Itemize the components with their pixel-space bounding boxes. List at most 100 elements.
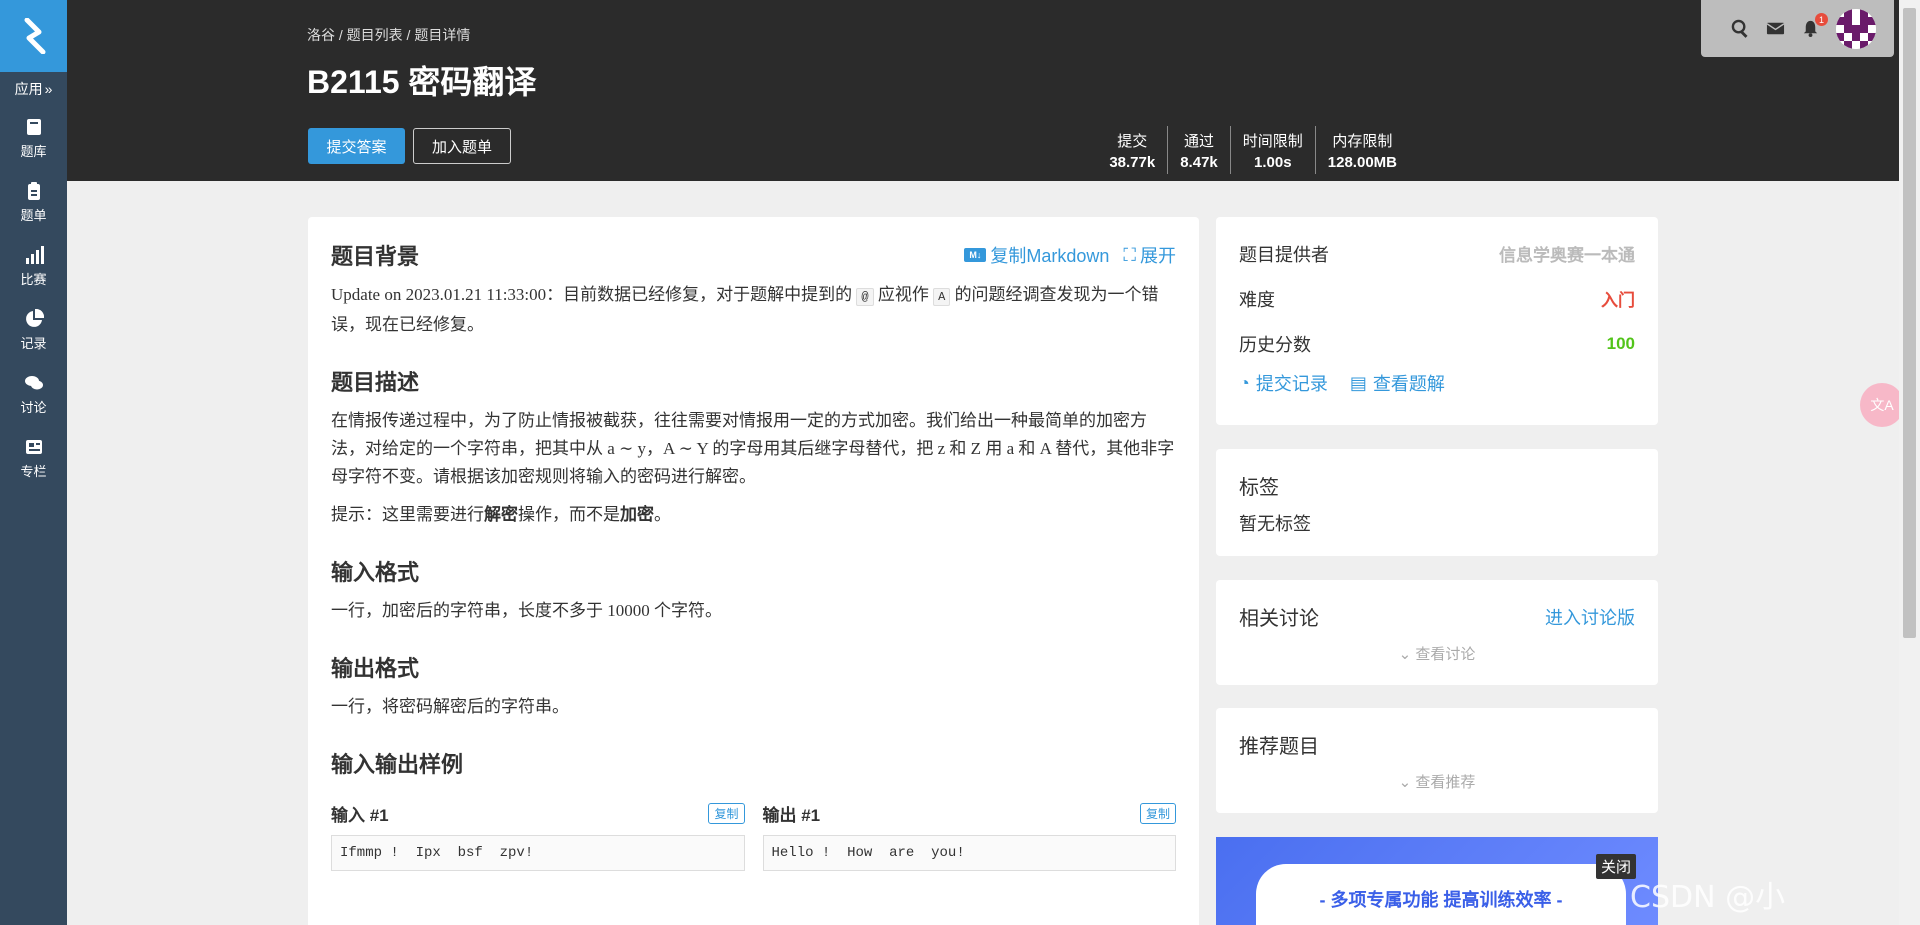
- sample-input-title: 输入 #1: [331, 806, 389, 825]
- expand-button[interactable]: ⛶ 展开: [1123, 242, 1176, 268]
- stat-label: 提交: [1117, 132, 1148, 150]
- description-title: 题目描述: [331, 370, 420, 395]
- sample-output-box[interactable]: Hello ! How are you!: [762, 835, 1176, 871]
- samples-title: 输入输出样例: [331, 752, 464, 777]
- stat-value: 38.77k: [1109, 153, 1156, 171]
- scrollbar[interactable]: [1899, 0, 1920, 925]
- sidebar-item-label: 专栏: [20, 463, 47, 479]
- sidebar-item-label: 记录: [20, 335, 47, 351]
- mail-icon[interactable]: [1766, 19, 1785, 38]
- solutions-link-label: 查看题解: [1372, 374, 1445, 394]
- stat-memory-limit: 内存限制 128.00MB: [1314, 126, 1409, 174]
- submit-answer-button[interactable]: 提交答案: [308, 128, 405, 164]
- sidebar-item-discuss[interactable]: 讨论: [0, 362, 67, 426]
- output-format-section: 输出格式 一行，将密码解密后的字符串。: [331, 651, 1176, 721]
- sidebar-item-label: 题单: [20, 207, 47, 223]
- user-toolbar: 1: [1701, 0, 1894, 57]
- double-chevron-right-icon: »: [44, 81, 53, 97]
- recommend-card: 推荐题目 ⌄ 查看推荐: [1216, 708, 1658, 813]
- page-title: B2115 密码翻译: [307, 64, 537, 100]
- difficulty-row: 难度 入门: [1239, 276, 1635, 321]
- ad-banner[interactable]: - 多项专属功能 提高训练效率 - 关闭: [1216, 837, 1658, 925]
- recommend-title: 推荐题目: [1239, 736, 1319, 758]
- sidebar-item-contests[interactable]: 比赛: [0, 234, 67, 298]
- sidebar-item-label: 题库: [20, 143, 47, 159]
- discussion-link[interactable]: 进入讨论版: [1545, 604, 1635, 630]
- hint-part: 操作，而不是: [518, 505, 620, 524]
- ad-text: - 多项专属功能 提高训练效率 -: [1319, 890, 1563, 910]
- sidebar-item-label: 讨论: [20, 399, 47, 415]
- output-format-text: 一行，将密码解密后的字符串。: [331, 697, 569, 716]
- clipboard-icon: [27, 181, 40, 200]
- stat-time-limit: 时间限制 1.00s: [1229, 126, 1315, 174]
- background-title: 题目背景: [331, 244, 420, 269]
- notification-button[interactable]: 1: [1801, 13, 1828, 38]
- difficulty-value: 入门: [1601, 291, 1635, 310]
- background-text-part: Update on 2023.01.21 11:33:00：目前数据已经修复，对…: [331, 285, 857, 304]
- stat-label: 时间限制: [1242, 132, 1303, 150]
- problem-stats: 提交 38.77k 通过 8.47k 时间限制 1.00s 内存限制 128.0…: [1097, 126, 1409, 174]
- translate-icon[interactable]: 文A: [1860, 383, 1904, 427]
- problem-info-card: 题目提供者 信息学奥赛一本通 难度 入门 历史分数 100 ◔ 提交记录 ▤ 查…: [1216, 217, 1658, 425]
- inline-code: A: [933, 288, 951, 306]
- pie-chart-icon: ◔: [1239, 372, 1250, 393]
- scrollbar-thumb[interactable]: [1903, 8, 1916, 638]
- chevron-down-icon: ⌄: [1398, 774, 1416, 791]
- provider-value[interactable]: 信息学奥赛一本通: [1499, 241, 1635, 266]
- description-text: 在情报传递过程中，为了防止情报被截获，往往需要对情报用一定的方式加密。我们给出一…: [331, 411, 1175, 486]
- copy-markdown-button[interactable]: M↓ 复制Markdown: [964, 242, 1109, 268]
- copy-input-button[interactable]: 复制: [708, 803, 745, 824]
- pie-chart-icon: [25, 308, 44, 327]
- app-menu-toggle[interactable]: 应用 »: [0, 72, 67, 106]
- sidebar-item-blog[interactable]: 专栏: [0, 426, 67, 490]
- ad-inner: - 多项专属功能 提高训练效率 -: [1256, 864, 1626, 925]
- provider-row: 题目提供者 信息学奥赛一本通: [1239, 231, 1635, 276]
- book-icon: [26, 118, 41, 135]
- sample-output-title: 输出 #1: [762, 806, 821, 825]
- luogu-logo[interactable]: [0, 0, 67, 72]
- score-row: 历史分数 100: [1239, 321, 1635, 366]
- input-format-title: 输入格式: [331, 560, 420, 585]
- csdn-watermark: CSDN @小: [1630, 880, 1786, 915]
- view-discussion-button[interactable]: ⌄ 查看讨论: [1239, 643, 1635, 664]
- problem-header: 洛谷 / 题目列表 / 题目详情 B2115 密码翻译 提交答案 加入题单 提交…: [67, 0, 1899, 181]
- output-format-title: 输出格式: [331, 656, 420, 681]
- stat-value: 128.00MB: [1327, 153, 1397, 171]
- sample-input-header: 输入 #1 复制: [331, 801, 745, 826]
- stat-submissions: 提交 38.77k: [1097, 126, 1167, 174]
- add-to-list-button[interactable]: 加入题单: [413, 128, 511, 164]
- hint-part: 提示：这里需要进行: [331, 505, 484, 524]
- provider-label: 题目提供者: [1239, 244, 1329, 265]
- score-label: 历史分数: [1239, 334, 1311, 355]
- sidebar-item-records[interactable]: 记录: [0, 298, 67, 362]
- avatar[interactable]: [1836, 8, 1876, 49]
- solutions-link[interactable]: ▤ 查看题解: [1350, 370, 1445, 396]
- logo-icon: [24, 18, 45, 54]
- submissions-link[interactable]: ◔ 提交记录: [1239, 370, 1328, 396]
- chevron-down-icon: ⌄: [1398, 646, 1416, 663]
- view-recommend-button[interactable]: ⌄ 查看推荐: [1239, 771, 1635, 792]
- score-value: 100: [1606, 333, 1635, 353]
- search-icon[interactable]: [1731, 19, 1750, 38]
- newspaper-icon: [25, 439, 42, 454]
- copy-output-button[interactable]: 复制: [1139, 803, 1176, 824]
- stat-accepted: 通过 8.47k: [1167, 126, 1230, 174]
- expand-icon: ⛶: [1123, 244, 1136, 265]
- sample-input-box[interactable]: Ifmmp ! Ipx bsf zpv!: [331, 835, 745, 871]
- chat-icon: [24, 375, 43, 389]
- submissions-link-label: 提交记录: [1255, 374, 1328, 394]
- sample-output-header: 输出 #1 复制: [762, 801, 1176, 826]
- sidebar-item-problems[interactable]: 题库: [0, 106, 67, 170]
- hint-bold: 加密: [620, 505, 654, 524]
- breadcrumb[interactable]: 洛谷 / 题目列表 / 题目详情: [307, 25, 470, 45]
- stat-label: 内存限制: [1332, 132, 1393, 150]
- sidebar: 应用 » 题库 题单 比赛 记录 讨论 专栏: [0, 0, 67, 925]
- tags-empty: 暂无标签: [1239, 514, 1311, 534]
- tags-title: 标签: [1239, 477, 1279, 499]
- sidebar-item-training[interactable]: 题单: [0, 170, 67, 234]
- view-recommend-label: 查看推荐: [1415, 774, 1476, 791]
- content-actions: M↓ 复制Markdown ⛶ 展开: [964, 242, 1176, 268]
- expand-label: 展开: [1140, 246, 1176, 266]
- stat-value: 8.47k: [1180, 153, 1218, 171]
- input-format-text: 一行，加密后的字符串，长度不多于 10000 个字符。: [331, 601, 722, 620]
